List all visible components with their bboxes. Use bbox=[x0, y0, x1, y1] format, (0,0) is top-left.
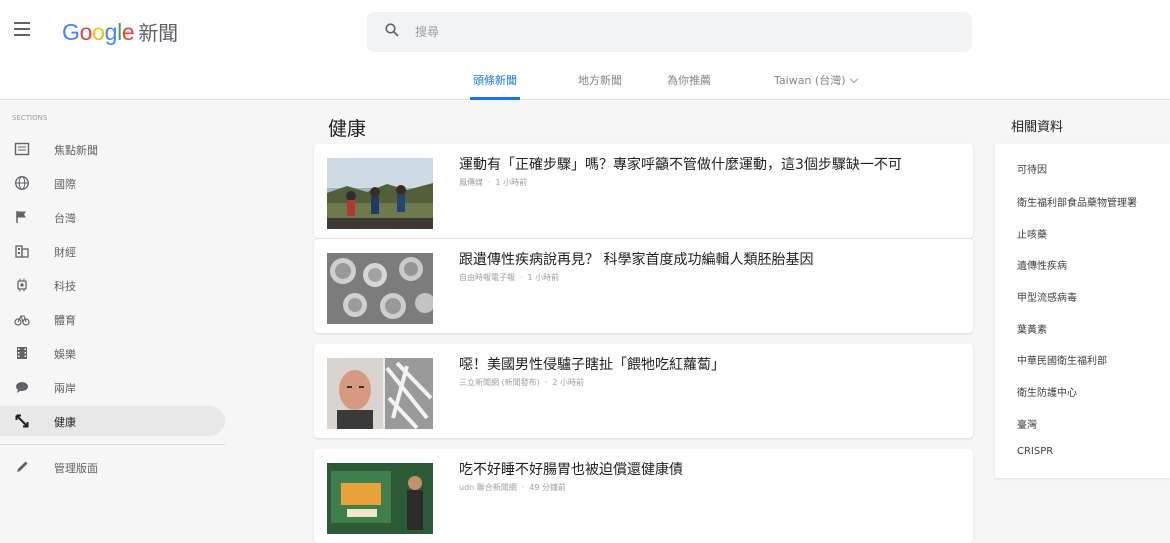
related-topic[interactable]: 可待因 bbox=[1017, 161, 1047, 176]
sidebar: SECTIONS 焦點新聞 國際 台灣 財經 科技 體育 娛樂 兩岸 健康 管理… bbox=[0, 100, 225, 532]
tab-edition[interactable]: Taiwan (台灣) bbox=[774, 72, 859, 100]
building-icon bbox=[15, 245, 29, 258]
sidebar-item-cross-strait[interactable]: 兩岸 bbox=[0, 372, 225, 402]
film-icon bbox=[17, 347, 27, 359]
article-meta: udn 聯合新聞網 · 49 分鐘前 bbox=[459, 483, 567, 492]
sidebar-divider bbox=[0, 444, 225, 445]
article-meta: 自由時報電子報 · 1 小時前 bbox=[459, 273, 560, 282]
sidebar-item-label: 台灣 bbox=[54, 212, 76, 225]
related-title: 相關資料 bbox=[1011, 120, 1064, 135]
chip-icon bbox=[17, 278, 27, 292]
chat-icon bbox=[16, 382, 28, 393]
top-bar: Google 新聞 bbox=[0, 0, 1170, 64]
sidebar-item-label: 兩岸 bbox=[54, 382, 76, 395]
sidebar-item-label: 焦點新聞 bbox=[54, 144, 98, 157]
newspaper-icon bbox=[14, 142, 30, 156]
sidebar-section-label: SECTIONS bbox=[12, 114, 48, 122]
manage-sections-link[interactable]: 管理版面 bbox=[0, 452, 225, 482]
article-thumbnail[interactable] bbox=[327, 463, 433, 534]
related-topic[interactable]: 甲型流感病毒 bbox=[1017, 289, 1077, 304]
related-topic[interactable]: 遺傳性疾病 bbox=[1017, 257, 1067, 272]
product-name: 新聞 bbox=[138, 21, 178, 45]
article-card[interactable]: 噁！美國男性侵驢子瞎扯「餵牠吃紅蘿蔔」 三立新聞網 (新聞發布) · 2 小時前 bbox=[314, 344, 973, 438]
sidebar-item-label: 健康 bbox=[54, 416, 76, 429]
search-icon[interactable] bbox=[385, 23, 399, 37]
health-icon bbox=[15, 414, 29, 428]
related-topic[interactable]: 衛生防護中心 bbox=[1017, 384, 1077, 399]
article-time: 1 小時前 bbox=[495, 178, 528, 187]
pencil-icon bbox=[17, 461, 28, 472]
tab-top-stories[interactable]: 頭條新聞 bbox=[470, 72, 520, 100]
manage-sections-label: 管理版面 bbox=[54, 462, 98, 475]
globe-icon bbox=[15, 176, 29, 190]
logo-wordmark: Google bbox=[62, 19, 135, 45]
article-meta: 風傳媒 · 1 小時前 bbox=[459, 178, 528, 187]
related-topic[interactable]: CRISPR bbox=[1017, 446, 1053, 457]
related-topic[interactable]: 止咳藥 bbox=[1017, 226, 1047, 241]
article-time: 49 分鐘前 bbox=[529, 483, 567, 492]
search-box[interactable] bbox=[367, 12, 972, 52]
article-time: 1 小時前 bbox=[527, 273, 560, 282]
sidebar-item-world[interactable]: 國際 bbox=[0, 168, 225, 198]
sidebar-item-business[interactable]: 財經 bbox=[0, 236, 225, 266]
related-topic[interactable]: 衛生福利部食品藥物管理署 bbox=[1017, 194, 1137, 209]
sidebar-item-top-stories[interactable]: 焦點新聞 bbox=[0, 134, 225, 164]
main-menu-icon[interactable] bbox=[14, 22, 30, 36]
sidebar-item-label: 娛樂 bbox=[54, 348, 76, 361]
flag-icon bbox=[16, 211, 26, 223]
page-title: 健康 bbox=[328, 118, 367, 140]
search-input[interactable] bbox=[415, 20, 935, 44]
article-thumbnail[interactable] bbox=[327, 358, 433, 429]
article-source[interactable]: udn 聯合新聞網 bbox=[459, 483, 517, 492]
related-topic[interactable]: 臺灣 bbox=[1017, 416, 1037, 431]
chevron-down-icon bbox=[850, 74, 859, 84]
article-meta: 三立新聞網 (新聞發布) · 2 小時前 bbox=[459, 378, 584, 387]
article-card[interactable]: 運動有「正確步驟」嗎？專家呼籲不管做什麼運動，這3個步驟缺一不可 風傳媒 · 1 小… bbox=[314, 144, 973, 238]
article-source[interactable]: 三立新聞網 (新聞發布) bbox=[459, 378, 540, 387]
sidebar-item-health[interactable]: 健康 bbox=[0, 406, 225, 436]
edition-label: Taiwan (台灣) bbox=[774, 74, 846, 87]
related-topic[interactable]: 中華民國衛生福利部 bbox=[1017, 352, 1107, 367]
sidebar-item-sports[interactable]: 體育 bbox=[0, 304, 225, 334]
article-time: 2 小時前 bbox=[552, 378, 584, 387]
article-source[interactable]: 風傳媒 bbox=[459, 178, 483, 187]
article-thumbnail[interactable] bbox=[327, 158, 433, 229]
tab-for-you[interactable]: 為你推薦 bbox=[667, 72, 711, 100]
article-headline[interactable]: 噁！美國男性侵驢子瞎扯「餵牠吃紅蘿蔔」 bbox=[459, 354, 725, 374]
sidebar-item-label: 體育 bbox=[54, 314, 76, 327]
article-source[interactable]: 自由時報電子報 bbox=[459, 273, 515, 282]
related-topic[interactable]: 葉黃素 bbox=[1017, 321, 1047, 336]
article-headline[interactable]: 吃不好睡不好腸胃也被迫償還健康債 bbox=[459, 459, 683, 479]
related-panel: 可待因 衛生福利部食品藥物管理署 止咳藥 遺傳性疾病 甲型流感病毒 葉黃素 中華… bbox=[995, 144, 1170, 478]
article-headline[interactable]: 跟遺傳性疾病說再見？ 科學家首度成功編輯人類胚胎基因 bbox=[459, 249, 813, 269]
sidebar-item-label: 科技 bbox=[54, 280, 76, 293]
sidebar-item-label: 財經 bbox=[54, 246, 76, 259]
sidebar-item-taiwan[interactable]: 台灣 bbox=[0, 202, 225, 232]
sidebar-item-technology[interactable]: 科技 bbox=[0, 270, 225, 300]
tabs-bar: 頭條新聞 地方新聞 為你推薦 Taiwan (台灣) bbox=[0, 64, 1170, 100]
article-thumbnail[interactable] bbox=[327, 253, 433, 324]
tab-local-news[interactable]: 地方新聞 bbox=[578, 72, 622, 100]
bicycle-icon bbox=[14, 315, 30, 326]
sidebar-item-label: 國際 bbox=[54, 178, 76, 191]
google-news-logo[interactable]: Google 新聞 bbox=[62, 17, 178, 46]
related-coverage: 相關資料 可待因 衛生福利部食品藥物管理署 止咳藥 遺傳性疾病 甲型流感病毒 葉… bbox=[995, 100, 1170, 532]
article-card[interactable]: 吃不好睡不好腸胃也被迫償還健康債 udn 聯合新聞網 · 49 分鐘前 bbox=[314, 449, 973, 543]
article-headline[interactable]: 運動有「正確步驟」嗎？專家呼籲不管做什麼運動，這3個步驟缺一不可 bbox=[459, 154, 902, 174]
sidebar-item-entertainment[interactable]: 娛樂 bbox=[0, 338, 225, 368]
article-card[interactable]: 跟遺傳性疾病說再見？ 科學家首度成功編輯人類胚胎基因 自由時報電子報 · 1 小時前 bbox=[314, 239, 973, 333]
